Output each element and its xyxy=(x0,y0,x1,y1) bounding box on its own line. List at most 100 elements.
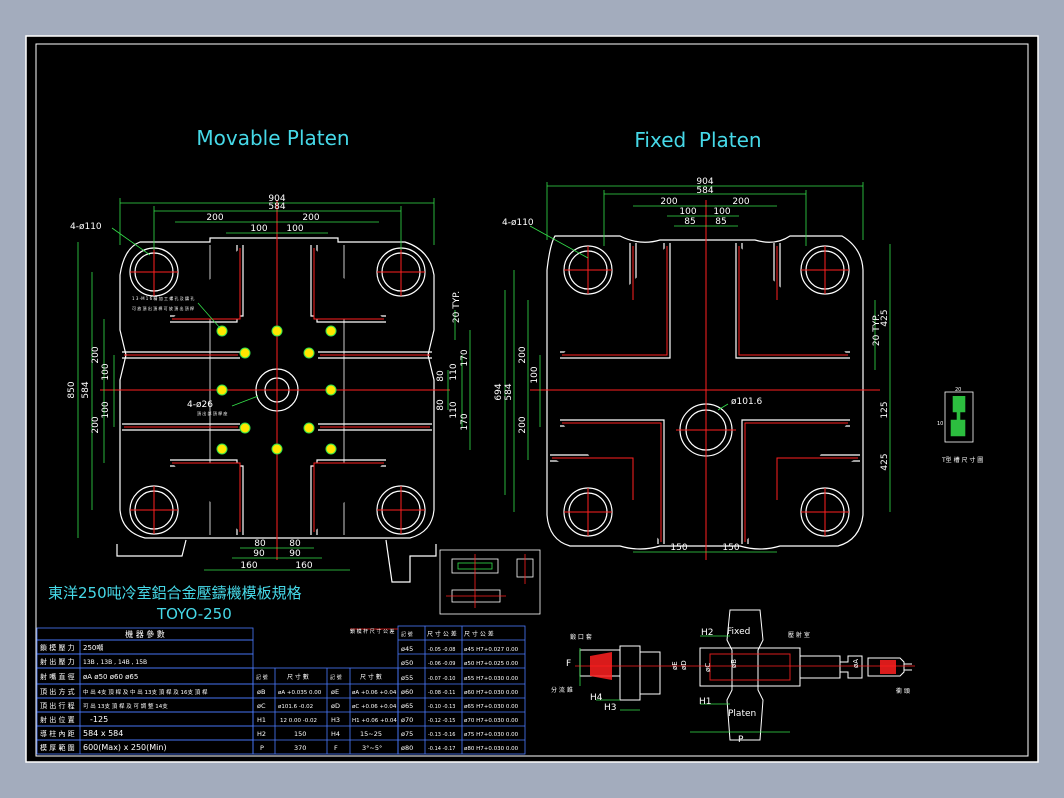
f-dim-150-left: 150 xyxy=(670,543,687,553)
sym-cell: 3°~5° xyxy=(362,744,382,752)
sym-cell: H4 xyxy=(331,730,340,738)
dim-100-v-top: 100 xyxy=(101,363,111,380)
f-dim-584: 584 xyxy=(696,186,713,196)
sym-col-header: 尺 寸 數 xyxy=(360,673,382,681)
tol-cell: -0.05 -0.08 xyxy=(428,647,455,653)
tol-cell: ø60 H7+0.030 0.00 xyxy=(464,690,519,696)
spec-row-value: -125 xyxy=(90,715,108,724)
dim-100-left: 100 xyxy=(250,224,267,234)
sym-col-header: 尺 寸 數 xyxy=(287,673,309,681)
dim-110-top: 110 xyxy=(449,363,459,380)
note-ejector-2: 可 放 頂 出 頂 桿 可 放 頂 出 頂 桿 xyxy=(132,305,194,311)
note-ejector-3: 頂 出 部 頂 桿 座 xyxy=(197,410,227,416)
dim-584: 584 xyxy=(268,202,285,212)
spec-row-value: 584 x 584 xyxy=(83,729,123,738)
f-dim-85-left: 85 xyxy=(684,217,695,227)
dim-170-bottom: 170 xyxy=(460,413,470,430)
spec-row-value: 13B , 13B , 14B , 15B xyxy=(83,659,147,666)
tol-cell: ø75 xyxy=(401,730,413,738)
dim-100-v-bottom: 100 xyxy=(101,401,111,418)
detail-note-sprue: 鍛 口 套 xyxy=(570,633,592,641)
sym-cell: ø101.6 -0.02 xyxy=(278,704,313,710)
tol-cell: -0.12 -0.15 xyxy=(428,718,455,724)
tslot-dim-10: 10 xyxy=(937,421,943,427)
spec-row-label: 導 柱 內 距 xyxy=(40,729,75,738)
sym-col-header: 記 號 xyxy=(330,674,342,681)
movable-platen-title: Movable Platen xyxy=(196,126,349,150)
detail-phi-d: øD xyxy=(680,660,688,670)
spec-row-value: øA ø50 ø60 ø65 xyxy=(83,673,138,681)
f-dim-694: 694 xyxy=(494,383,504,400)
f-dim-85-right: 85 xyxy=(715,217,726,227)
f-dim-200-v-top: 200 xyxy=(518,346,528,363)
detail-p: P xyxy=(738,735,744,745)
f-dim-425-top: 425 xyxy=(880,309,890,326)
detail-note-plunger: 衝 頭 xyxy=(896,687,910,695)
tol-cell: ø50 xyxy=(401,659,413,667)
tol-table-title: 鎖 模 杆 尺 寸 公 差 xyxy=(350,628,395,635)
tol-cell: ø45 xyxy=(401,645,413,653)
sym-cell: 370 xyxy=(294,744,306,752)
spec-row-label: 鎖 模 壓 力 xyxy=(40,643,75,652)
chinese-spec-title: 東洋250吨冷室鋁合金壓鑄機模板規格 xyxy=(48,584,302,602)
detail-platen-label: Platen xyxy=(728,709,756,719)
sym-cell: H1 xyxy=(257,716,266,724)
spec-row-label: 射 嘴 直 徑 xyxy=(40,672,75,681)
sym-cell: øC +0.06 +0.04 xyxy=(352,704,397,710)
detail-phi-e: øE xyxy=(671,661,679,670)
sym-cell: 12 0.00 -0.02 xyxy=(280,718,317,724)
dim-850: 850 xyxy=(67,381,77,398)
sym-cell: øA +0.06 +0.04 xyxy=(352,690,397,696)
detail-h1: H1 xyxy=(699,697,712,707)
f-dim-200-left: 200 xyxy=(660,197,677,207)
f-dim-425-bottom: 425 xyxy=(880,453,890,470)
sym-cell: H2 xyxy=(257,730,266,738)
detail-phi-b: øB xyxy=(730,659,738,668)
tol-header: 記 號 xyxy=(401,631,413,638)
dim-170-top: 170 xyxy=(460,349,470,366)
tol-cell: ø70 H7+0.030 0.00 xyxy=(464,718,519,724)
sym-cell: øE xyxy=(331,688,339,696)
detail-h4: H4 xyxy=(590,693,603,703)
f-dim-200-v-bottom: 200 xyxy=(518,416,528,433)
dim-small-holes: 4-ø26 xyxy=(187,400,213,410)
detail-phi-a: øA xyxy=(852,659,860,668)
f-dim-584-v: 584 xyxy=(504,383,514,400)
sym-cell: øB xyxy=(257,688,265,696)
tol-cell: -0.14 -0.17 xyxy=(428,746,455,752)
tslot-label: T型 槽 尺 寸 圖 xyxy=(941,456,983,464)
sym-cell: F xyxy=(334,744,338,752)
spec-row-label: 頂 出 行 程 xyxy=(40,701,75,710)
detail-note-shot-chamber: 壓 射 室 xyxy=(788,631,810,639)
detail-h3: H3 xyxy=(604,703,617,713)
tol-cell: ø80 H7+0.030 0.00 xyxy=(464,746,519,752)
dim-160-b-right: 160 xyxy=(295,561,312,571)
tol-cell: ø60 xyxy=(401,688,413,696)
tol-cell: ø55 H7+0.030 0.00 xyxy=(464,676,519,682)
detail-phi-c: øC xyxy=(704,663,712,672)
dim-200-right: 200 xyxy=(302,213,319,223)
spec-row-label: 射 出 位 置 xyxy=(40,715,75,724)
spec-row-value: 可 出 13支 頂 桿 及 可 調 整 14支 xyxy=(83,702,168,710)
spec-row-label: 模 厚 範 圍 xyxy=(40,743,75,752)
dim-80-top: 80 xyxy=(436,370,446,382)
f-dim-125: 125 xyxy=(880,401,890,418)
dim-90-b-right: 90 xyxy=(289,549,301,559)
spec-row-label: 頂 出 方 式 xyxy=(40,687,75,696)
f-dim-150-right: 150 xyxy=(722,543,739,553)
dim-110-bottom: 110 xyxy=(449,401,459,418)
f-dim-100-left: 100 xyxy=(679,207,696,217)
sym-cell: 150 xyxy=(294,730,306,738)
dim-80-bottom: 80 xyxy=(436,399,446,411)
tol-cell: ø70 xyxy=(401,716,413,724)
dim-200-v-bottom: 200 xyxy=(91,416,101,433)
dim-200-left: 200 xyxy=(206,213,223,223)
spec-row-value: 250噸 xyxy=(83,643,103,652)
spec-row-value: 600(Max) x 250(Min) xyxy=(83,743,167,752)
note-ejector-1: 1 3 -M 1 6 精 加 工 螺 孔 及 鑄 孔 xyxy=(132,295,194,301)
dim-100-right: 100 xyxy=(286,224,303,234)
tol-header: 尺 寸 公 差 xyxy=(427,630,457,638)
tslot-dim-20: 20 xyxy=(955,387,961,393)
tol-cell: ø55 xyxy=(401,674,413,682)
dim-holes: 4-ø110 xyxy=(70,222,102,232)
